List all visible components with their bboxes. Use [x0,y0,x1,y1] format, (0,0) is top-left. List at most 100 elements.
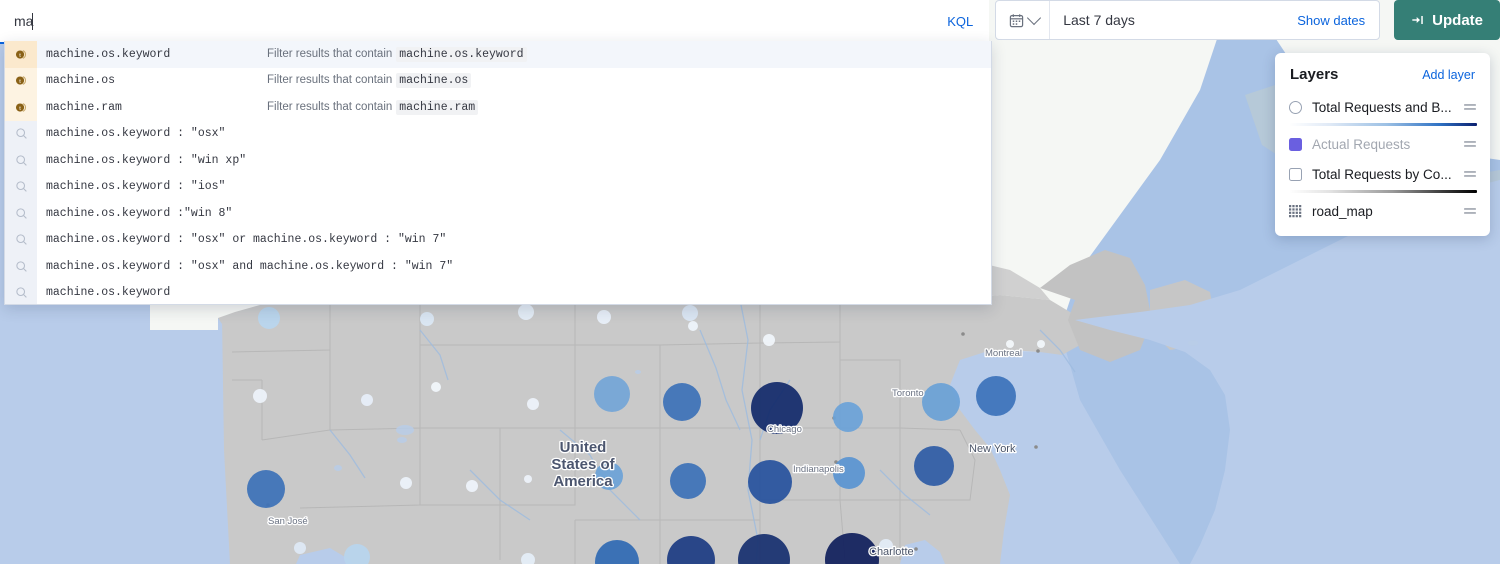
suggestion-value-row[interactable]: machine.os.keyword : "osx" and machine.o… [5,253,991,280]
map-label-toronto: Toronto [892,388,924,399]
suggestion-field-row[interactable]: t machine.ram Filter results that containm… [5,94,991,121]
map-marker[interactable] [914,446,954,486]
kql-language-button[interactable]: KQL [937,14,989,29]
map-label-indianapolis: Indianapolis [793,464,844,475]
drag-handle-icon [1463,169,1477,179]
suggestion-icon-cell [5,147,37,174]
show-dates-button[interactable]: Show dates [1297,13,1379,28]
suggestion-value-text: machine.os.keyword : "osx" or machine.os… [37,233,446,246]
layer-drag-handle[interactable] [1463,206,1477,216]
chevron-down-icon [1027,11,1041,25]
map-marker[interactable] [518,304,534,320]
map-label-montreal: Montreal [985,348,1022,359]
suggestion-description: Filter results that containmachine.ram [267,101,478,114]
map-marker[interactable] [1006,340,1014,348]
map-label-charlotte: Charlotte [869,546,914,558]
map-marker[interactable] [247,470,285,508]
update-button-label: Update [1432,12,1483,29]
suggestion-description: Filter results that containmachine.os.ke… [267,48,527,61]
field-number-icon: t [15,101,28,114]
map-marker[interactable] [431,382,441,392]
date-picker[interactable]: Last 7 days Show dates [995,0,1380,40]
map-marker[interactable] [833,402,863,432]
suggestion-field-name: machine.os.keyword [37,48,170,61]
add-layer-button[interactable]: Add layer [1422,68,1475,82]
date-range-label[interactable]: Last 7 days [1050,12,1297,28]
layers-panel: Layers Add layer Total Requests and B...… [1275,53,1490,236]
suggestion-value-row[interactable]: machine.os.keyword : "win xp" [5,147,991,174]
map-marker[interactable] [258,307,280,329]
suggestion-icon-cell [5,174,37,201]
square-outline-icon [1289,168,1302,181]
map-marker[interactable] [1037,340,1045,348]
suggestion-value-row[interactable]: machine.os.keyword : "osx" [5,121,991,148]
layer-symbol[interactable] [1289,205,1307,218]
layer-symbol[interactable] [1289,101,1307,114]
map-marker[interactable] [253,389,267,403]
map-marker[interactable] [420,312,434,326]
search-icon [15,207,28,220]
map-marker[interactable] [670,463,706,499]
map-marker[interactable] [466,480,478,492]
field-string-icon: t [15,74,28,87]
map-marker[interactable] [524,475,532,483]
layer-name: road_map [1307,204,1463,219]
field-type-icon-cell: t [5,94,37,121]
map-marker[interactable] [663,383,701,421]
map-marker[interactable] [682,305,698,321]
search-icon [15,154,28,167]
layer-item-0[interactable]: Total Requests and B... [1275,92,1490,122]
autocomplete-suggestions[interactable]: tmachine.os.keywordFilter results that c… [4,41,992,305]
layers-panel-header: Layers Add layer [1275,66,1490,92]
map-marker[interactable] [688,321,698,331]
map-marker[interactable] [763,334,775,346]
map-marker[interactable] [361,394,373,406]
suggestion-field-name: machine.ram [37,101,122,114]
calendar-quick-select-button[interactable] [996,1,1050,39]
search-icon [15,127,28,140]
map-marker[interactable] [294,542,306,554]
suggestion-value-row[interactable]: machine.os.keyword [5,280,991,306]
map-marker[interactable] [976,376,1016,416]
top-toolbar: KQL Last 7 days Show dates Upda [0,0,1500,44]
circle-outline-icon [1289,101,1302,114]
layer-color-gradient [1289,190,1477,193]
update-button[interactable]: Update [1394,0,1500,40]
layer-drag-handle[interactable] [1463,102,1477,112]
square-filled-icon [1289,138,1302,151]
layer-item-3[interactable]: road_map [1275,196,1490,226]
map-marker[interactable] [400,477,412,489]
layer-name: Actual Requests [1307,137,1463,152]
suggestion-field-row[interactable]: tmachine.osFilter results that containma… [5,68,991,95]
layer-drag-handle[interactable] [1463,139,1477,149]
map-marker[interactable] [527,398,539,410]
layer-item-1[interactable]: Actual Requests [1275,129,1490,159]
query-bar[interactable]: KQL [0,0,989,44]
suggestion-value-row[interactable]: machine.os.keyword :"win 8" [5,200,991,227]
map-label-chicago: Chicago [767,424,802,435]
map-marker[interactable] [748,460,792,504]
map-label-country-2: States of [551,456,615,473]
layers-panel-title: Layers [1290,66,1338,83]
refresh-arrow-icon [1411,13,1425,27]
suggestion-value-text: machine.os.keyword : "osx" and machine.o… [37,260,453,273]
map-marker[interactable] [922,383,960,421]
map-marker[interactable] [594,376,630,412]
map-label-san-jose: San José [268,516,308,527]
suggestion-value-text: machine.os.keyword :"win 8" [37,207,232,220]
layer-symbol[interactable] [1289,168,1307,181]
map-marker[interactable] [597,310,611,324]
field-type-icon-cell: t [5,41,37,68]
suggestion-value-row[interactable]: machine.os.keyword : "osx" or machine.os… [5,227,991,254]
suggestion-field-name: machine.os [37,74,115,87]
search-icon [15,180,28,193]
suggestion-icon-cell [5,227,37,254]
layer-symbol[interactable] [1289,138,1307,151]
suggestion-value-text: machine.os.keyword : "ios" [37,180,225,193]
drag-handle-icon [1463,139,1477,149]
suggestion-field-row[interactable]: tmachine.os.keyword Filter results that c… [5,41,991,68]
suggestion-value-row[interactable]: machine.os.keyword : "ios" [5,174,991,201]
layer-drag-handle[interactable] [1463,169,1477,179]
layer-item-2[interactable]: Total Requests by Co... [1275,159,1490,189]
search-input[interactable] [0,0,937,42]
